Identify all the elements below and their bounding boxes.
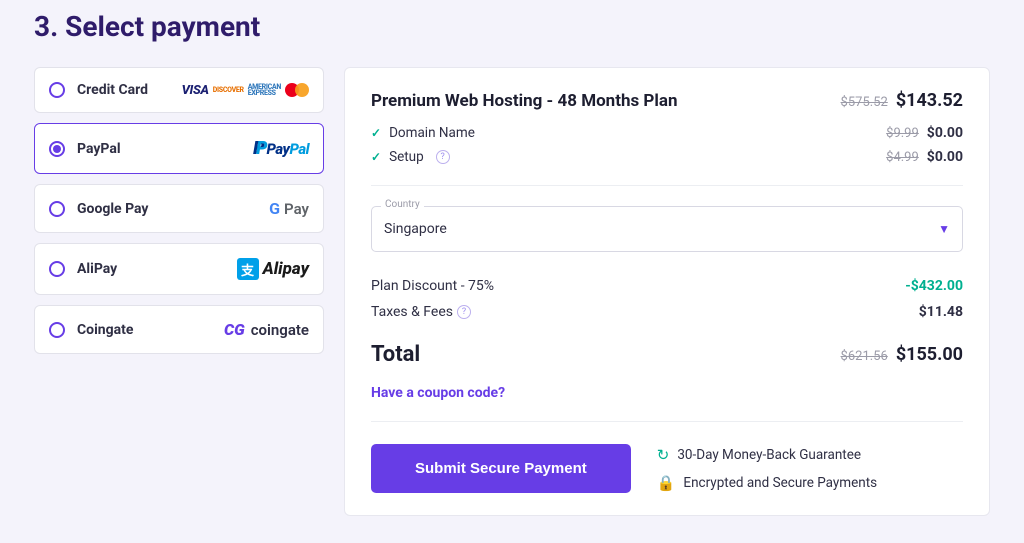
payment-option-paypal[interactable]: PayPal P PayPal — [34, 123, 324, 174]
feature-price: $0.00 — [927, 149, 963, 165]
divider — [371, 421, 963, 422]
feature-price: $0.00 — [927, 125, 963, 141]
amex-icon: AMERICANEXPRESS — [248, 84, 281, 97]
total-label: Total — [371, 342, 420, 367]
visa-icon: VISA — [182, 83, 209, 98]
payment-option-label: Google Pay — [77, 201, 148, 217]
feature-label: Domain Name — [389, 125, 475, 141]
mastercard-icon — [285, 82, 309, 98]
total-price: $155.00 — [896, 344, 963, 365]
assurance-secure: 🔒 Encrypted and Secure Payments — [657, 474, 877, 492]
submit-payment-button[interactable]: Submit Secure Payment — [371, 444, 631, 493]
plan-price: $143.52 — [896, 90, 963, 111]
payment-option-list: Credit Card VISA DISCOVER AMERICANEXPRES… — [34, 67, 324, 354]
discount-value: -$432.00 — [905, 278, 963, 294]
radio-icon — [49, 261, 65, 277]
payment-option-label: Credit Card — [77, 82, 148, 98]
coupon-link[interactable]: Have a coupon code? — [371, 385, 963, 401]
step-title: 3. Select payment — [34, 10, 990, 43]
payment-option-alipay[interactable]: AliPay 支 Alipay — [34, 243, 324, 295]
feature-label: Setup — [389, 149, 424, 165]
taxes-value: $11.48 — [919, 304, 963, 320]
feature-original-price: $9.99 — [886, 126, 919, 141]
payment-option-label: Coingate — [77, 322, 133, 338]
country-select[interactable]: Singapore ▼ — [371, 206, 963, 252]
check-icon: ✓ — [371, 150, 381, 164]
feature-original-price: $4.99 — [886, 150, 919, 165]
order-summary: Premium Web Hosting - 48 Months Plan $57… — [344, 67, 990, 516]
payment-option-google-pay[interactable]: Google Pay G Pay — [34, 184, 324, 233]
feature-row: ✓ Domain Name $9.99 $0.00 — [371, 125, 963, 141]
discover-icon: DISCOVER — [213, 86, 244, 94]
payment-option-coingate[interactable]: Coingate CG coingate — [34, 305, 324, 354]
taxes-label: Taxes & Fees — [371, 304, 453, 320]
payment-option-credit-card[interactable]: Credit Card VISA DISCOVER AMERICANEXPRES… — [34, 67, 324, 113]
discount-label: Plan Discount - 75% — [371, 278, 494, 294]
total-original-price: $621.56 — [841, 349, 888, 364]
check-icon: ✓ — [371, 126, 381, 140]
coingate-icon: CG coingate — [224, 320, 309, 339]
help-icon[interactable]: ? — [436, 150, 450, 164]
assurance-text: 30-Day Money-Back Guarantee — [677, 447, 861, 463]
assurance-text: Encrypted and Secure Payments — [683, 475, 877, 491]
help-icon[interactable]: ? — [457, 305, 471, 319]
plan-original-price: $575.52 — [841, 95, 888, 110]
plan-title: Premium Web Hosting - 48 Months Plan — [371, 91, 678, 111]
radio-icon — [49, 201, 65, 217]
refresh-icon: ↻ — [657, 446, 670, 464]
payment-option-label: PayPal — [77, 141, 121, 157]
country-value: Singapore — [384, 221, 447, 237]
radio-icon — [49, 82, 65, 98]
feature-row: ✓ Setup ? $4.99 $0.00 — [371, 149, 963, 165]
radio-icon — [49, 322, 65, 338]
lock-icon: 🔒 — [657, 474, 676, 492]
paypal-icon: P PayPal — [253, 138, 309, 159]
divider — [371, 185, 963, 186]
assurance-moneyback: ↻ 30-Day Money-Back Guarantee — [657, 446, 877, 464]
alipay-icon: 支 Alipay — [237, 258, 309, 280]
country-field-label: Country — [381, 199, 424, 210]
payment-option-label: AliPay — [77, 261, 117, 277]
credit-card-logos: VISA DISCOVER AMERICANEXPRESS — [182, 82, 309, 98]
chevron-down-icon: ▼ — [938, 222, 950, 236]
google-pay-icon: G Pay — [269, 199, 309, 218]
radio-checked-icon — [49, 141, 65, 157]
